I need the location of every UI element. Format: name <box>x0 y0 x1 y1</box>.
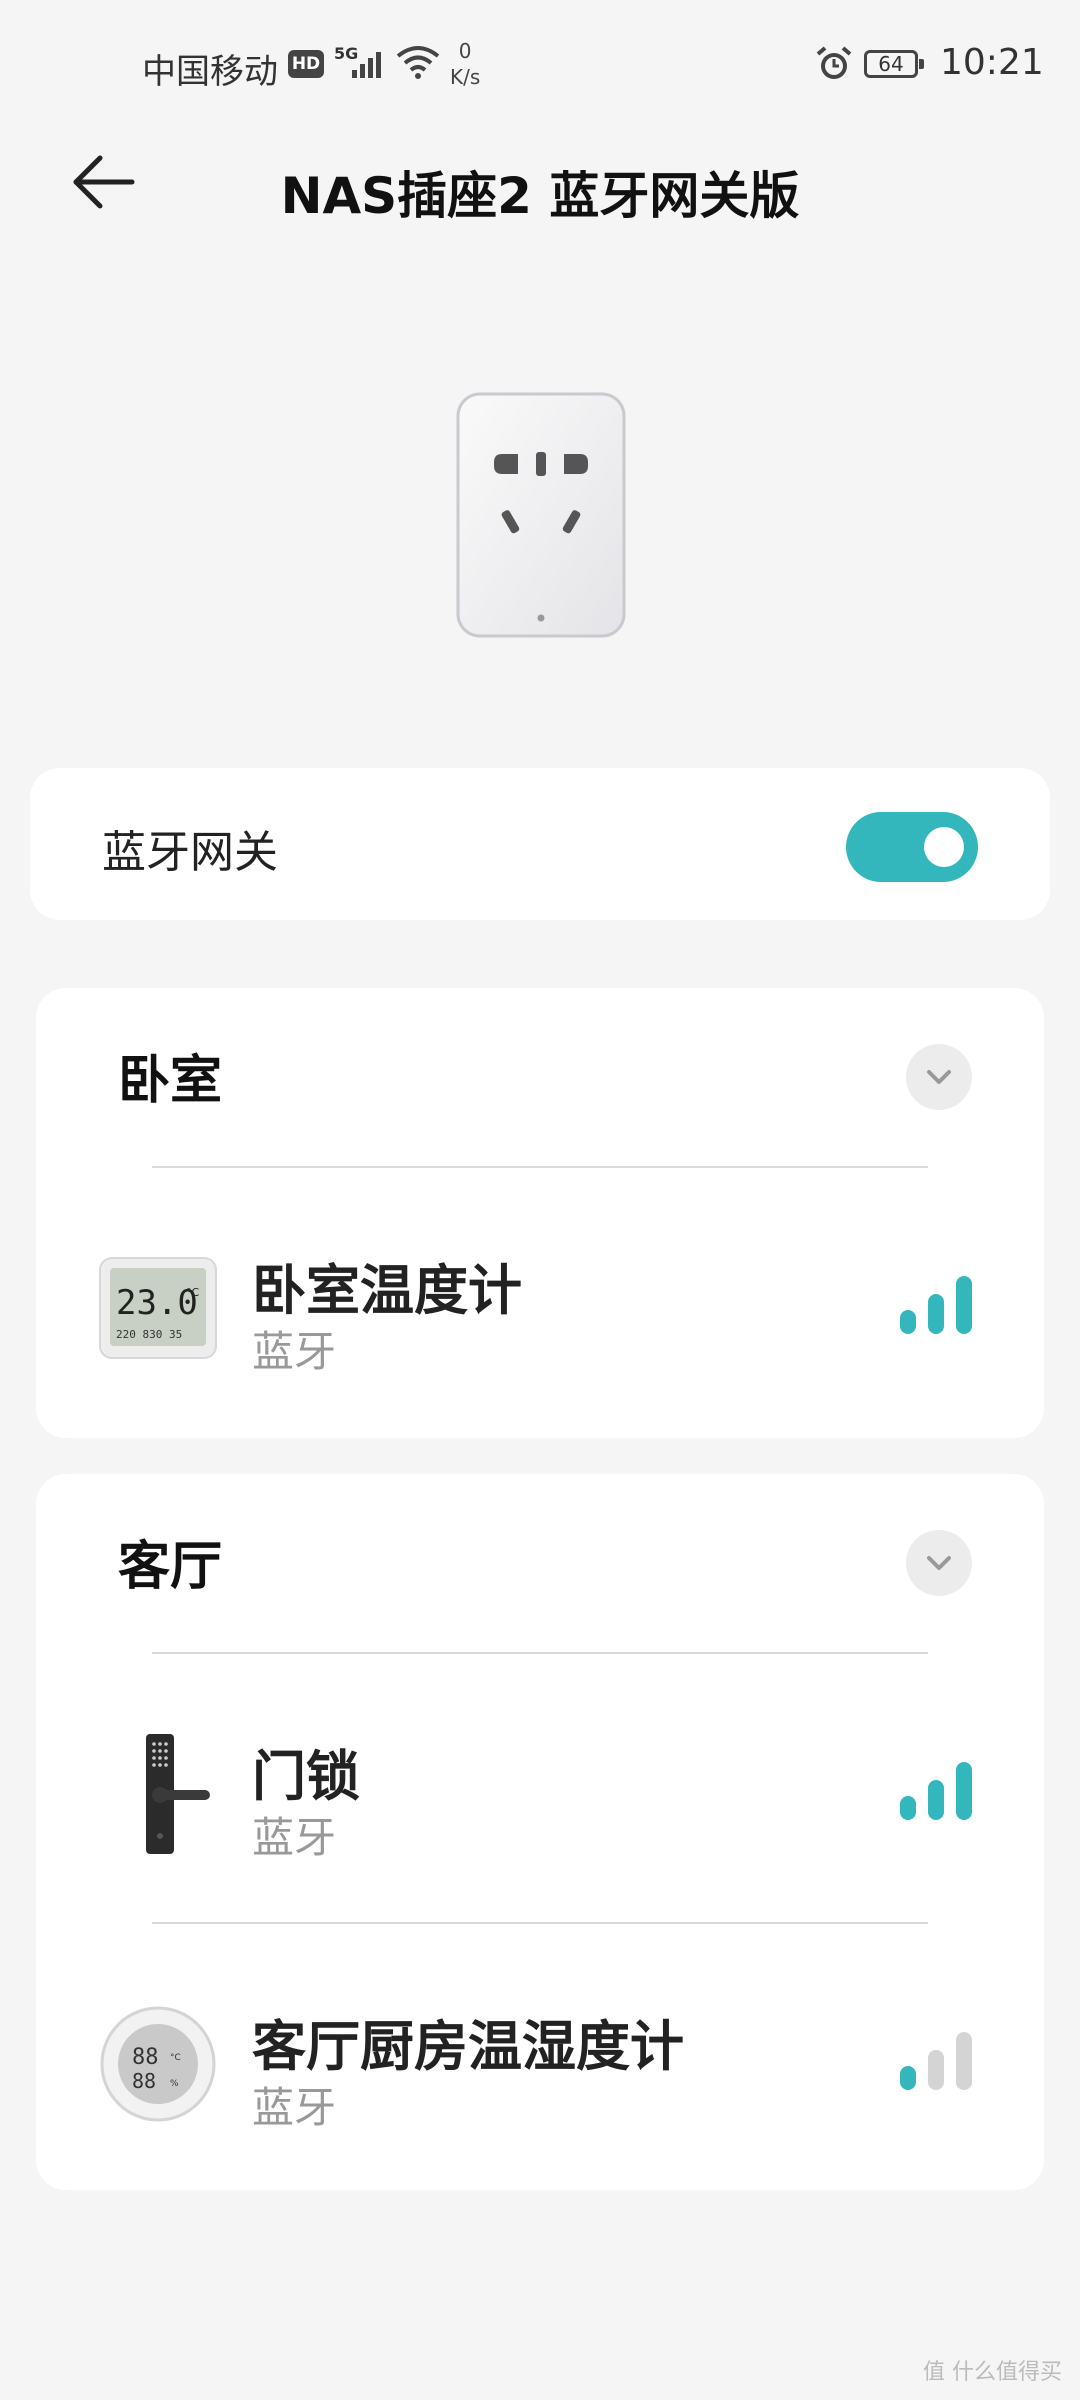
toggle-knob <box>924 827 964 867</box>
signal-strength-icon <box>900 2032 972 2090</box>
thermo-unit: °C <box>186 1286 200 1299</box>
device-name: 客厅厨房温湿度计 <box>252 2015 684 2078</box>
room-card-bedroom: 卧室 23.0 °C 220 830 35 卧室温度计 蓝牙 <box>36 988 1044 1438</box>
gateway-label: 蓝牙网关 <box>102 827 278 878</box>
collapse-button[interactable] <box>906 1044 972 1110</box>
gateway-toggle[interactable] <box>846 812 978 882</box>
watermark: 值 什么值得买 <box>923 2360 1062 2385</box>
svg-text:88: 88 <box>132 2069 156 2093</box>
device-connection: 蓝牙 <box>252 2083 337 2132</box>
speed-unit: K/s <box>450 65 481 89</box>
svg-text:°C: °C <box>170 2053 181 2063</box>
room-title: 客厅 <box>118 1537 223 1597</box>
device-row[interactable]: 23.0 °C 220 830 35 卧室温度计 蓝牙 <box>36 1198 1044 1418</box>
divider <box>152 1922 928 1924</box>
device-row[interactable]: 门锁 蓝牙 <box>36 1684 1044 1904</box>
page-title: NAS插座2 蓝牙网关版 <box>280 167 800 225</box>
smart-plug-image <box>456 392 626 638</box>
device-connection: 蓝牙 <box>252 1813 337 1862</box>
battery-indicator: 64 <box>864 50 924 78</box>
device-name: 卧室温度计 <box>252 1259 522 1322</box>
thermo-row: 220 830 35 <box>116 1328 182 1341</box>
signal-strength-icon <box>900 1762 972 1820</box>
divider <box>152 1166 928 1168</box>
divider <box>152 1652 928 1654</box>
speed-value: 0 <box>458 39 472 63</box>
svg-text:%: % <box>170 2079 179 2089</box>
gateway-card: 蓝牙网关 <box>30 768 1050 920</box>
cell-signal-icon <box>352 52 381 78</box>
door-lock-icon <box>146 1734 210 1854</box>
device-row[interactable]: 88 88 °C % 客厅厨房温湿度计 蓝牙 <box>36 1954 1044 2174</box>
thermometer-lcd-icon: 23.0 °C 220 830 35 <box>99 1257 217 1359</box>
device-connection: 蓝牙 <box>252 1327 337 1376</box>
collapse-button[interactable] <box>906 1530 972 1596</box>
round-hygrometer-icon: 88 88 °C % <box>100 2006 216 2122</box>
hd-badge: HD <box>288 50 324 78</box>
alarm-icon <box>816 46 852 79</box>
carrier-label: 中国移动 <box>142 52 278 92</box>
network-speed: 0 K/s <box>450 38 480 90</box>
chevron-down-icon <box>927 1070 951 1084</box>
device-name: 门锁 <box>252 1745 360 1808</box>
room-title: 卧室 <box>118 1051 223 1111</box>
signal-strength-icon <box>900 1276 972 1334</box>
svg-text:88: 88 <box>132 2045 159 2070</box>
room-card-living-room: 客厅 门锁 蓝牙 88 88 °C % 客厅厨房温湿度计 蓝牙 <box>36 1474 1044 2190</box>
status-bar: 中国移动 HD 5G 0 K/s 64 10:21 <box>0 0 1080 130</box>
wifi-icon <box>396 46 440 79</box>
clock: 10:21 <box>940 42 1044 83</box>
chevron-down-icon <box>927 1556 951 1570</box>
